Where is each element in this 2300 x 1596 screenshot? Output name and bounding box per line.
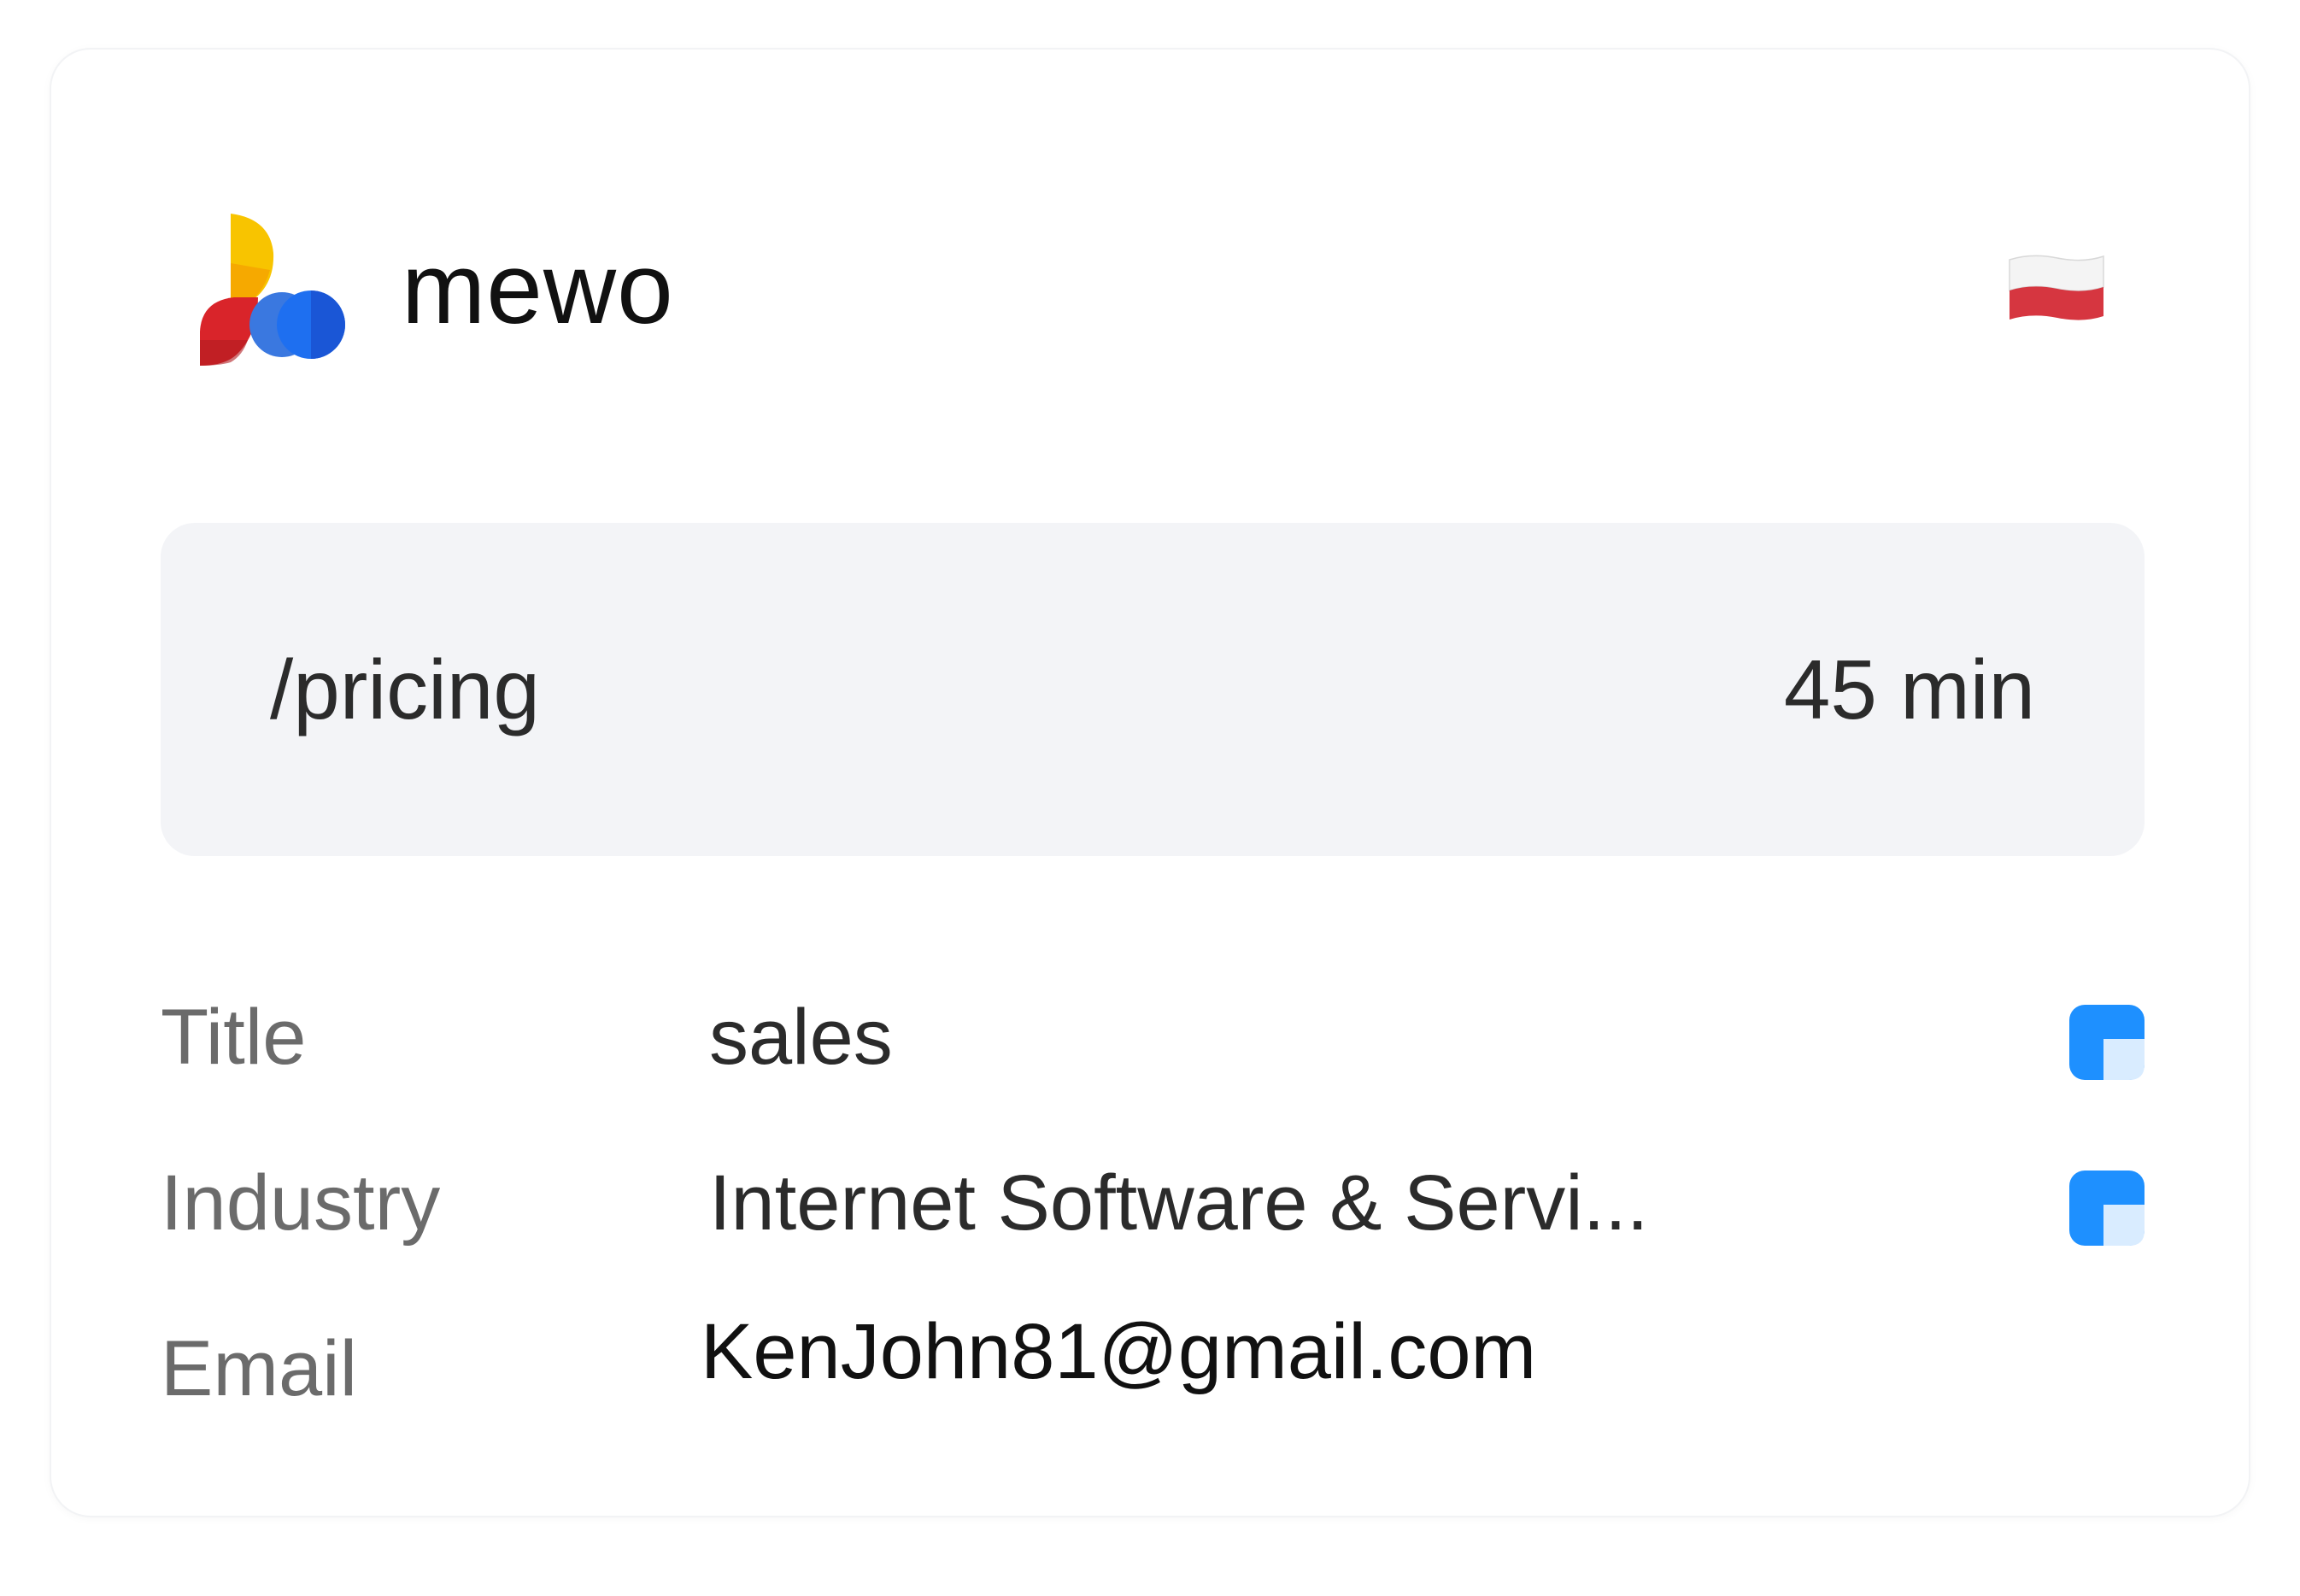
industry-value: Internet Software & Servi... [709,1159,1649,1247]
detail-row-industry: Industry Internet Software & Servi... [161,1143,2145,1263]
detail-row-email: Email KenJohn81@gmail.com [161,1308,2145,1429]
page-visit-row: /pricing 45 min [161,523,2145,856]
email-label: Email [161,1325,358,1412]
mewo-logo-icon [197,212,347,366]
detail-row-title: Title sales [161,977,2145,1097]
card-header: mewo [51,50,2249,425]
email-value[interactable]: KenJohn81@gmail.com [701,1292,1536,1411]
poland-flag-icon [2006,251,2107,325]
company-name: mewo [402,232,674,345]
title-value: sales [709,994,893,1081]
visit-page-path: /pricing [270,643,540,736]
copy-icon[interactable] [2069,1005,2145,1080]
copy-icon[interactable] [2069,1171,2145,1246]
visit-duration: 45 min [1783,643,2035,736]
contact-card: mewo /pricing 45 min Title sales Industr… [50,48,2250,1517]
industry-label: Industry [161,1159,441,1247]
title-label: Title [161,994,307,1081]
